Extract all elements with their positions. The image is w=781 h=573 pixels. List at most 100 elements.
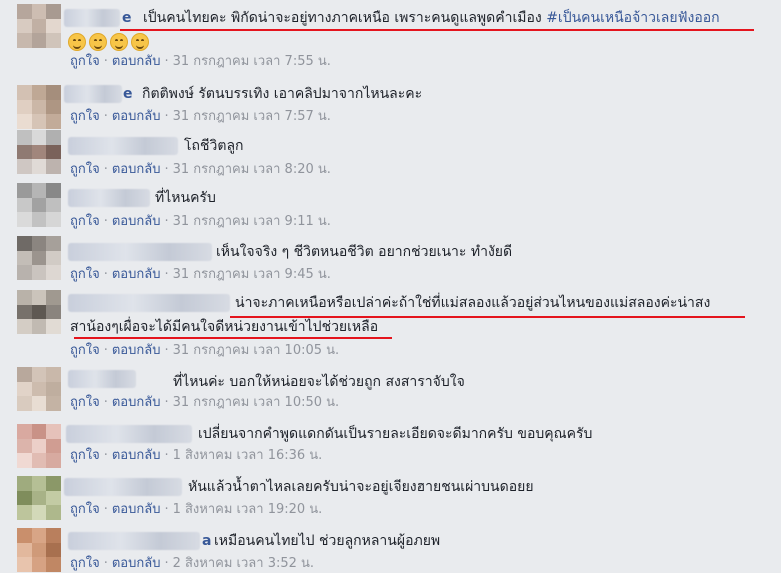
separator: · (164, 448, 169, 463)
avatar[interactable] (17, 4, 61, 48)
separator: · (103, 54, 108, 69)
highlight-underline (120, 29, 754, 31)
comment-text: หันแล้วน้ำตาไหลเลยครับน่าจะอยู่เจียงฮายช… (188, 479, 534, 495)
smiling-face-icon (68, 33, 86, 51)
comment-text: เป็นคนไทยคะ พิกัดน่าจะอยู่ทางภาคเหนือ เพ… (143, 9, 720, 27)
avatar[interactable] (17, 130, 61, 174)
comment-meta: ถูกใจ · ตอบกลับ · 1 สิงหาคม เวลา 16:36 น. (70, 447, 322, 465)
comment-meta: ถูกใจ · ตอบกลับ · 31 กรกฎาคม เวลา 7:55 น. (70, 53, 331, 71)
emoji-row (68, 33, 149, 51)
separator: · (103, 556, 108, 571)
reply-button[interactable]: ตอบกลับ (112, 162, 161, 177)
separator: · (103, 267, 108, 282)
avatar[interactable] (17, 85, 61, 129)
separator: · (103, 395, 108, 410)
reply-button[interactable]: ตอบกลับ (112, 214, 161, 229)
comment-meta: ถูกใจ · ตอบกลับ · 2 สิงหาคม เวลา 3:52 น. (70, 555, 314, 573)
avatar[interactable] (17, 290, 61, 334)
avatar[interactable] (17, 424, 61, 468)
timestamp[interactable]: 31 กรกฎาคม เวลา 10:05 น. (173, 343, 340, 358)
like-button[interactable]: ถูกใจ (70, 267, 100, 282)
separator: · (164, 109, 169, 124)
reply-button[interactable]: ตอบกลับ (112, 448, 161, 463)
like-button[interactable]: ถูกใจ (70, 556, 100, 571)
separator: · (164, 395, 169, 410)
separator: · (103, 448, 108, 463)
blurred-author-name[interactable] (68, 189, 150, 207)
comment-text: กิตติพงษ์ รัตนบรรเทิง เอาคลิปมาจากไหนละค… (142, 86, 423, 102)
smiling-face-icon (89, 33, 107, 51)
comment-meta: ถูกใจ · ตอบกลับ · 1 สิงหาคม เวลา 19:20 น. (70, 501, 322, 519)
comment-meta: ถูกใจ · ตอบกลับ · 31 กรกฎาคม เวลา 7:57 น. (70, 108, 331, 126)
comment-text: ที่ไหนค่ะ บอกให้หน่อยจะได้ช่วยถูก สงสารา… (173, 374, 465, 390)
reply-button[interactable]: ตอบกลับ (112, 267, 161, 282)
blurred-author-name[interactable] (68, 294, 230, 312)
separator: · (164, 214, 169, 229)
separator: · (103, 214, 108, 229)
timestamp[interactable]: 31 กรกฎาคม เวลา 8:20 น. (173, 162, 331, 177)
separator: · (103, 502, 108, 517)
comment-text-line1: น่าจะภาคเหนือหรือเปล่าค่ะถ้าใช่ที่แม่สลอ… (235, 295, 711, 311)
blurred-author-name[interactable] (68, 370, 136, 388)
blurred-author-name[interactable] (68, 532, 200, 550)
separator: · (164, 502, 169, 517)
timestamp[interactable]: 31 กรกฎาคม เวลา 9:45 น. (173, 267, 331, 282)
blurred-author-name[interactable] (66, 425, 192, 443)
highlight-underline (74, 337, 392, 339)
like-button[interactable]: ถูกใจ (70, 343, 100, 358)
timestamp[interactable]: 2 สิงหาคม เวลา 3:52 น. (173, 556, 314, 571)
avatar[interactable] (17, 528, 61, 572)
comment-meta: ถูกใจ · ตอบกลับ · 31 กรกฎาคม เวลา 10:50 น. (70, 394, 339, 412)
comment-text-line2: สาน้องๆเผื่อจะได้มีคนใจดีหน่วยงานเข้าไปช… (70, 319, 379, 335)
separator: · (103, 109, 108, 124)
timestamp[interactable]: 31 กรกฎาคม เวลา 10:50 น. (173, 395, 340, 410)
separator: · (164, 162, 169, 177)
timestamp[interactable]: 31 กรกฎาคม เวลา 9:11 น. (173, 214, 331, 229)
comment-text: เหมือนคนไทยไป ช่วยลูกหลานผู้อภยพ (214, 533, 441, 549)
timestamp[interactable]: 31 กรกฎาคม เวลา 7:55 น. (173, 54, 331, 69)
comment-text: เห็นใจจริง ๆ ชีวิตหนอชีวิต อยากช่วยเนาะ … (216, 244, 513, 260)
smiling-face-icon (110, 33, 128, 51)
author-name-tail[interactable]: a (202, 532, 211, 550)
reply-button[interactable]: ตอบกลับ (112, 109, 161, 124)
avatar[interactable] (17, 367, 61, 411)
author-name-tail[interactable]: e (122, 9, 132, 27)
like-button[interactable]: ถูกใจ (70, 395, 100, 410)
like-button[interactable]: ถูกใจ (70, 54, 100, 69)
hashtag-link[interactable]: #เป็นคนเหนือจ้าวเลยฟังออก (546, 10, 719, 26)
timestamp[interactable]: 31 กรกฎาคม เวลา 7:57 น. (173, 109, 331, 124)
reply-button[interactable]: ตอบกลับ (112, 54, 161, 69)
reply-button[interactable]: ตอบกลับ (112, 502, 161, 517)
avatar[interactable] (17, 476, 61, 520)
comment-body: เป็นคนไทยคะ พิกัดน่าจะอยู่ทางภาคเหนือ เพ… (143, 10, 542, 26)
smiling-face-icon (131, 33, 149, 51)
comment-text: โถชีวิตลูก (184, 138, 244, 154)
separator: · (164, 54, 169, 69)
blurred-author-name[interactable] (64, 478, 182, 496)
author-name-tail[interactable]: e (123, 85, 133, 103)
blurred-author-name[interactable] (68, 243, 212, 261)
like-button[interactable]: ถูกใจ (70, 109, 100, 124)
like-button[interactable]: ถูกใจ (70, 162, 100, 177)
like-button[interactable]: ถูกใจ (70, 502, 100, 517)
comment-thread: e เป็นคนไทยคะ พิกัดน่าจะอยู่ทางภาคเหนือ … (0, 0, 781, 572)
blurred-author-name[interactable] (68, 137, 178, 155)
separator: · (103, 162, 108, 177)
avatar[interactable] (17, 236, 61, 280)
separator: · (164, 267, 169, 282)
timestamp[interactable]: 1 สิงหาคม เวลา 19:20 น. (173, 502, 323, 517)
timestamp[interactable]: 1 สิงหาคม เวลา 16:36 น. (173, 448, 323, 463)
reply-button[interactable]: ตอบกลับ (112, 343, 161, 358)
separator: · (164, 343, 169, 358)
blurred-author-name[interactable] (64, 85, 122, 103)
comment-text: ที่ไหนครับ (155, 190, 216, 206)
separator: · (164, 556, 169, 571)
comment-meta: ถูกใจ · ตอบกลับ · 31 กรกฎาคม เวลา 9:45 น. (70, 266, 331, 284)
reply-button[interactable]: ตอบกลับ (112, 556, 161, 571)
like-button[interactable]: ถูกใจ (70, 214, 100, 229)
like-button[interactable]: ถูกใจ (70, 448, 100, 463)
blurred-author-name[interactable] (64, 9, 120, 27)
reply-button[interactable]: ตอบกลับ (112, 395, 161, 410)
comment-meta: ถูกใจ · ตอบกลับ · 31 กรกฎาคม เวลา 9:11 น. (70, 213, 331, 231)
avatar[interactable] (17, 183, 61, 227)
